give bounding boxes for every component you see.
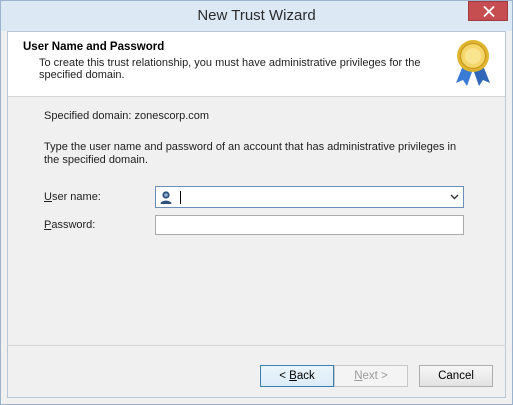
next-button[interactable]: Next > xyxy=(334,365,408,387)
username-label-rest: ser name: xyxy=(51,191,101,203)
page-title: User Name and Password xyxy=(23,41,165,53)
button-divider xyxy=(7,345,506,346)
page-subtitle: To create this trust relationship, you m… xyxy=(39,57,421,81)
back-button-rest: ack xyxy=(296,370,315,382)
next-button-rest: ext > xyxy=(362,370,388,382)
username-label-accel: U xyxy=(44,191,52,203)
username-combobox[interactable] xyxy=(155,186,464,208)
wizard-window: New Trust Wizard User Name and Password … xyxy=(0,0,513,405)
close-icon xyxy=(483,6,495,17)
username-label: User name: xyxy=(44,191,101,203)
specified-domain-text: Specified domain: zonescorp.com xyxy=(44,110,210,122)
password-label-rest: assword: xyxy=(51,219,96,231)
text-caret xyxy=(180,191,181,204)
next-button-accel: N xyxy=(354,370,363,382)
window-title: New Trust Wizard xyxy=(197,7,316,24)
close-button[interactable] xyxy=(468,1,508,21)
password-label: Password: xyxy=(44,219,95,231)
back-button-prefix: < xyxy=(279,370,290,382)
user-account-icon xyxy=(160,191,172,204)
award-seal-icon xyxy=(456,40,490,86)
chevron-down-icon[interactable] xyxy=(450,194,459,200)
title-bar[interactable]: New Trust Wizard xyxy=(1,1,512,31)
password-field[interactable] xyxy=(155,215,464,235)
back-button-accel: B xyxy=(289,370,297,382)
wizard-header: User Name and Password To create this tr… xyxy=(8,32,505,97)
cancel-button[interactable]: Cancel xyxy=(419,365,493,387)
instruction-text: Type the user name and password of an ac… xyxy=(44,141,457,166)
back-button[interactable]: < Back xyxy=(260,365,334,387)
